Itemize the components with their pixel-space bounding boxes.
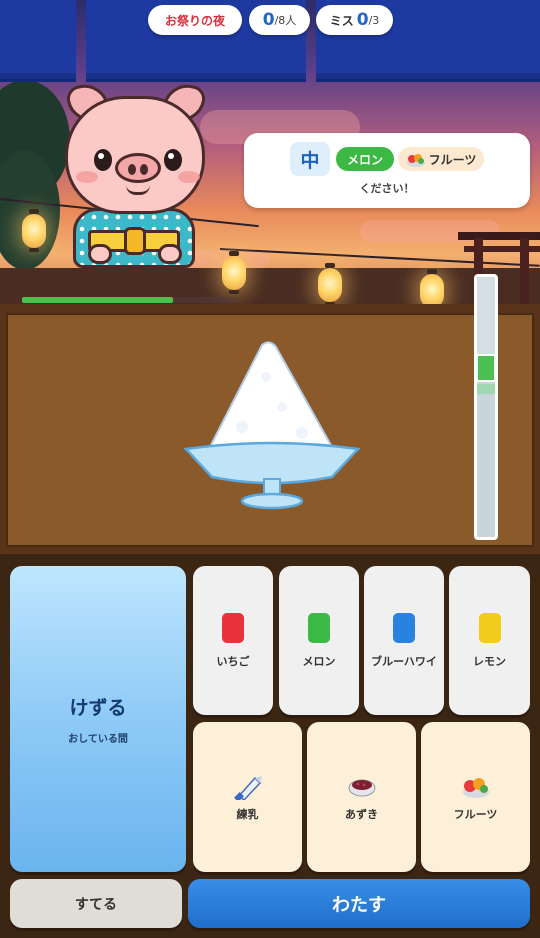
azuki-bowl-icon	[348, 779, 375, 797]
condensed-milk-tube-icon	[233, 776, 262, 800]
topping-button-azuki[interactable]: あずき	[307, 722, 416, 872]
served-counter: 0 /8人	[249, 5, 310, 35]
topping-label: あずき	[345, 808, 378, 821]
order-topping-badge: フルーツ	[398, 147, 484, 171]
shave-button-label: けずる	[69, 697, 127, 719]
pig-right-eye	[164, 149, 182, 171]
gauge-empty-region	[477, 277, 495, 354]
topping-button-fruit[interactable]: フルーツ	[421, 722, 530, 872]
fruit-plate-icon	[462, 778, 489, 798]
miss-total: /3	[368, 13, 380, 27]
fruit-plate-icon	[406, 154, 425, 167]
blue-hawaii-syrup-swatch	[393, 612, 415, 643]
paper-lantern	[222, 251, 246, 294]
order-topping-label: フルーツ	[428, 152, 477, 167]
stage-title-badge: お祭りの夜	[148, 5, 242, 35]
paper-lantern	[420, 269, 444, 310]
topping-button-condensed-milk[interactable]: 練乳	[193, 722, 302, 872]
shaved-ice-bowl	[183, 341, 361, 510]
miss-count: 0	[356, 10, 369, 30]
syrup-label: ブルーハワイ	[371, 654, 437, 668]
served-total: /8人	[274, 14, 297, 27]
glass-bowl	[183, 441, 361, 510]
shave-button-hint: おしている間	[68, 734, 128, 745]
shave-amount-gauge	[474, 274, 498, 540]
patience-bar-fill	[22, 297, 173, 303]
pig-mouth	[126, 185, 150, 195]
shaved-ice-mound	[208, 341, 334, 456]
gauge-target-zone	[476, 353, 496, 382]
served-count: 0	[262, 10, 275, 30]
pig-left-eye	[94, 149, 112, 171]
serve-button[interactable]: わたす	[188, 879, 530, 928]
pig-right-hand	[158, 244, 182, 264]
pig-left-cheek	[76, 171, 98, 183]
syrup-button-lemon[interactable]: レモン	[449, 566, 530, 715]
order-flavor-badge: メロン	[336, 147, 394, 171]
torii-gate-icon	[458, 232, 540, 310]
pig-nostril	[128, 164, 136, 175]
pig-right-cheek	[178, 171, 200, 183]
topping-label: フルーツ	[453, 808, 498, 821]
order-size-badge: 中	[290, 142, 330, 176]
shave-button[interactable]: けずる おしている間	[10, 566, 186, 872]
noren-curtain	[0, 0, 76, 82]
syrup-label: メロン	[302, 654, 336, 668]
pig-customer	[60, 80, 210, 274]
pig-left-hand	[88, 244, 112, 264]
discard-button[interactable]: すてる	[10, 879, 182, 928]
paper-lantern	[22, 209, 46, 252]
syrup-button-ichigo[interactable]: いちご	[193, 566, 273, 715]
order-request-text: ください！	[359, 182, 415, 195]
syrup-label: いちご	[216, 654, 250, 668]
serve-button-label: わたす	[332, 894, 386, 916]
counter-area	[0, 304, 540, 554]
gauge-level-band	[477, 383, 495, 394]
lemon-syrup-swatch	[478, 612, 501, 643]
strawberry-syrup-swatch	[222, 612, 244, 643]
miss-label: ミス	[329, 13, 354, 28]
pig-obi-knot	[124, 227, 146, 255]
miss-counter: ミス 0 /3	[316, 5, 393, 35]
syrup-button-melon[interactable]: メロン	[279, 566, 359, 715]
paper-lantern	[318, 263, 342, 306]
stage-title: お祭りの夜	[164, 13, 225, 28]
pig-head	[65, 96, 205, 214]
melon-syrup-swatch	[308, 612, 330, 643]
pig-nostril	[140, 164, 148, 175]
counter-board	[6, 313, 534, 547]
syrup-button-blue-hawaii[interactable]: ブルーハワイ	[364, 566, 444, 715]
topping-label: 練乳	[236, 808, 259, 821]
patience-bar	[22, 297, 237, 303]
order-speech-bubble: 中 メロン フルーツ ください！	[244, 133, 530, 208]
discard-button-label: すてる	[74, 896, 118, 913]
syrup-label: レモン	[473, 654, 506, 668]
pig-snout	[115, 153, 161, 183]
